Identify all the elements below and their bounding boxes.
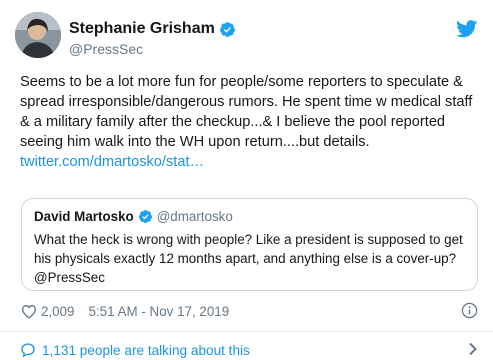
tweet-text: Seems to be a lot more fun for people/so… bbox=[20, 74, 473, 150]
tweet-meta: 2,009 5:51 AM - Nov 17, 2019 bbox=[21, 300, 478, 322]
info-icon[interactable] bbox=[461, 302, 478, 322]
chevron-right-icon[interactable] bbox=[468, 342, 478, 356]
quoted-author-handle: @dmartosko bbox=[156, 208, 233, 224]
avatar[interactable] bbox=[15, 12, 61, 58]
twitter-bird-icon[interactable] bbox=[456, 20, 478, 43]
talking-about-link[interactable]: 1,131 people are talking about this bbox=[20, 340, 480, 360]
tweet-body: Seems to be a lot more fun for people/so… bbox=[20, 72, 480, 172]
tweet-link[interactable]: twitter.com/dmartosko/stat… bbox=[20, 154, 204, 170]
quoted-tweet-text: What the heck is wrong with people? Like… bbox=[34, 232, 463, 285]
verified-badge-icon bbox=[138, 209, 153, 224]
speech-bubble-icon bbox=[20, 342, 36, 358]
user-info: Stephanie Grisham @PressSec bbox=[69, 18, 236, 57]
heart-icon[interactable] bbox=[21, 304, 37, 319]
quoted-tweet[interactable]: David Martosko @dmartosko What the heck … bbox=[21, 198, 478, 291]
verified-badge-icon bbox=[219, 21, 236, 38]
author-handle[interactable]: @PressSec bbox=[69, 41, 236, 57]
author-name[interactable]: Stephanie Grisham bbox=[69, 20, 215, 38]
tweet-timestamp[interactable]: 5:51 AM - Nov 17, 2019 bbox=[89, 304, 230, 319]
divider bbox=[0, 331, 493, 332]
tweet-header: Stephanie Grisham @PressSec bbox=[15, 12, 478, 60]
talking-about-text[interactable]: 1,131 people are talking about this bbox=[42, 343, 250, 358]
quoted-tweet-header: David Martosko @dmartosko bbox=[34, 207, 465, 225]
like-count[interactable]: 2,009 bbox=[41, 304, 75, 319]
quoted-author-name: David Martosko bbox=[34, 208, 134, 224]
